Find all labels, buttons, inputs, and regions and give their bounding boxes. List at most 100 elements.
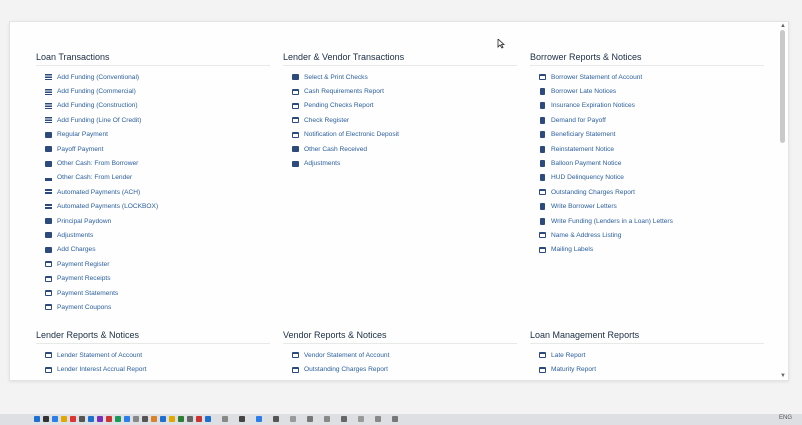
taskbar-app-icon[interactable]: [256, 416, 262, 422]
menu-link[interactable]: Add Funding (Commercial): [36, 84, 270, 98]
scroll-thumb[interactable]: [780, 30, 785, 143]
taskbar-app-icon[interactable]: [187, 416, 193, 422]
menu-link[interactable]: Lender Interest Accrual Report: [36, 362, 270, 376]
taskbar-app-icon[interactable]: [375, 416, 381, 422]
menu-link-label: Other Cash Received: [304, 145, 368, 153]
menu-section-3: Lender Reports & Notices Lender Statement…: [36, 329, 270, 380]
menu-link[interactable]: Check Register: [283, 113, 517, 127]
menu-link[interactable]: Maturity Report: [530, 362, 764, 376]
menu-link[interactable]: Insurance Expiration Notices: [530, 99, 764, 113]
menu-link[interactable]: Reinstatement Notice: [530, 142, 764, 156]
menu-link-label: Vendor Statement of Account: [304, 351, 390, 359]
taskbar-app-icon[interactable]: [392, 416, 398, 422]
menu-link[interactable]: Cash Requirements Report: [283, 84, 517, 98]
menu-link[interactable]: Payment Register: [36, 257, 270, 271]
taskbar-app-icon[interactable]: [196, 416, 202, 422]
menu-link[interactable]: 1099 Vendor Listing: [283, 377, 517, 380]
mouse-cursor-icon: [497, 39, 505, 49]
menu-link-label: Balance Report: [551, 380, 596, 381]
taskbar-app-icon[interactable]: [70, 416, 76, 422]
menu-link-label: Payment Statements: [57, 289, 119, 297]
menu-link[interactable]: Adjustments: [36, 228, 270, 242]
menu-section-1: Lender & Vendor Transactions Select & Pri…: [283, 51, 517, 171]
taskbar-app-icon[interactable]: [222, 416, 228, 422]
menu-link[interactable]: Add Charges: [36, 243, 270, 257]
menu-link[interactable]: Payoff Payment: [36, 142, 270, 156]
taskbar-app-icon[interactable]: [133, 416, 139, 422]
menu-link[interactable]: Other Cash Received: [283, 142, 517, 156]
menu-link-label: Payment Coupons: [57, 303, 112, 311]
menu-link[interactable]: Payment Statements: [36, 286, 270, 300]
menu-link[interactable]: Principal Paydown: [36, 214, 270, 228]
print-icon: [292, 352, 299, 359]
menu-link[interactable]: Outstanding Charges Report: [530, 185, 764, 199]
menu-link[interactable]: Notification of Electronic Deposit: [283, 128, 517, 142]
taskbar-app-icon[interactable]: [142, 416, 148, 422]
menu-link[interactable]: Borrower Statement of Account: [530, 70, 764, 84]
taskbar-app-icon[interactable]: [307, 416, 313, 422]
menu-link[interactable]: Automated Payments (ACH): [36, 185, 270, 199]
menu-link[interactable]: Lender Statement of Account: [36, 348, 270, 362]
taskbar-app-icon[interactable]: [151, 416, 157, 422]
print-icon: [45, 352, 52, 359]
menu-link[interactable]: Pending Checks Report: [283, 99, 517, 113]
taskbar-app-icon[interactable]: [178, 416, 184, 422]
menu-link[interactable]: Late Report: [530, 348, 764, 362]
taskbar-app-icon[interactable]: [341, 416, 347, 422]
menu-link[interactable]: Borrower Late Notices: [530, 84, 764, 98]
taskbar-app-icon[interactable]: [97, 416, 103, 422]
taskbar-app-icon[interactable]: [34, 416, 40, 422]
taskbar-app-icon[interactable]: [52, 416, 58, 422]
menu-link[interactable]: Lender Application Criteria: [36, 377, 270, 380]
menu-link[interactable]: Demand for Payoff: [530, 113, 764, 127]
menu-link[interactable]: Payment Receipts: [36, 271, 270, 285]
taskbar-app-icon[interactable]: [43, 416, 49, 422]
taskbar-app-icon[interactable]: [160, 416, 166, 422]
menu-link-label: Payment Register: [57, 260, 110, 268]
taskbar-app-icon[interactable]: [273, 416, 279, 422]
menu-link[interactable]: Adjustments: [283, 156, 517, 170]
menu-link[interactable]: HUD Delinquency Notice: [530, 171, 764, 185]
menu-link[interactable]: Payment Coupons: [36, 300, 270, 314]
menu-link[interactable]: Other Cash: From Lender: [36, 171, 270, 185]
taskbar-app-icon[interactable]: [169, 416, 175, 422]
system-tray[interactable]: ENG: [779, 415, 792, 421]
taskbar-app-icon[interactable]: [124, 416, 130, 422]
scroll-up-icon[interactable]: ▲: [779, 22, 787, 30]
taskbar-app-icon[interactable]: [290, 416, 296, 422]
menu-link[interactable]: Beneficiary Statement: [530, 128, 764, 142]
menu-link[interactable]: Add Funding (Construction): [36, 99, 270, 113]
taskbar-app-icon[interactable]: [79, 416, 85, 422]
taskbar-app-icon[interactable]: [61, 416, 67, 422]
menu-link[interactable]: Other Cash: From Borrower: [36, 156, 270, 170]
vertical-scrollbar[interactable]: ▲ ▼: [778, 22, 788, 380]
taskbar-app-icon[interactable]: [358, 416, 364, 422]
taskbar-app-icon[interactable]: [324, 416, 330, 422]
print-icon: [45, 275, 52, 282]
taskbar-app-icon[interactable]: [205, 416, 211, 422]
menu-link-label: Add Funding (Commercial): [57, 88, 136, 96]
menu-link[interactable]: Outstanding Charges Report: [283, 362, 517, 376]
taskbar-app-icon[interactable]: [239, 416, 245, 422]
menu-link[interactable]: Add Funding (Conventional): [36, 70, 270, 84]
taskbar-app-icon[interactable]: [88, 416, 94, 422]
taskbar-app-icon[interactable]: [115, 416, 121, 422]
taskbar-app-icon[interactable]: [106, 416, 112, 422]
menu-link[interactable]: Vendor Statement of Account: [283, 348, 517, 362]
menu-link-label: Lender Statement of Account: [57, 351, 143, 359]
menu-link[interactable]: Add Funding (Line Of Credit): [36, 113, 270, 127]
section-title: Vendor Reports & Notices: [283, 329, 517, 344]
menu-link-label: Automated Payments (LOCKBOX): [57, 203, 159, 211]
menu-link[interactable]: Write Borrower Letters: [530, 200, 764, 214]
menu-link[interactable]: Balloon Payment Notice: [530, 156, 764, 170]
menu-link[interactable]: Write Funding (Lenders in a Loan) Letter…: [530, 214, 764, 228]
menu-link[interactable]: Name & Address Listing: [530, 228, 764, 242]
scroll-down-icon[interactable]: ▼: [779, 372, 787, 380]
section-title: Lender Reports & Notices: [36, 329, 270, 344]
menu-link[interactable]: Select & Print Checks: [283, 70, 517, 84]
menu-link[interactable]: Automated Payments (LOCKBOX): [36, 200, 270, 214]
menu-link[interactable]: Mailing Labels: [530, 243, 764, 257]
menu-link[interactable]: Regular Payment: [36, 128, 270, 142]
print-icon: [45, 304, 52, 311]
menu-link[interactable]: Balance Report: [530, 377, 764, 381]
